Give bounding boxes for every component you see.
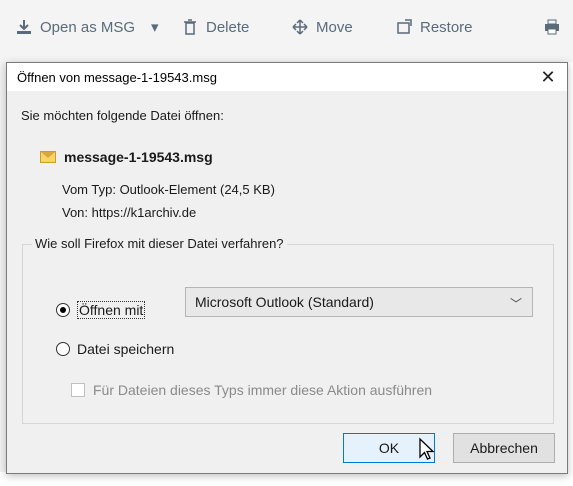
file-info: message-1-19543.msg — [40, 149, 213, 165]
download-icon — [16, 19, 32, 35]
radio-unchecked-icon[interactable] — [56, 342, 70, 356]
cancel-button[interactable]: Abbrechen — [453, 433, 555, 463]
always-action-checkbox[interactable]: Für Dateien dieses Typs immer diese Akti… — [71, 382, 432, 398]
checkbox-icon[interactable] — [71, 383, 85, 397]
always-action-label: Für Dateien dieses Typs immer diese Akti… — [93, 382, 433, 398]
radio-checked-icon[interactable] — [56, 303, 70, 317]
open-file-dialog: Öffnen von message-1-19543.msg ✕ Sie möc… — [6, 62, 568, 474]
mouse-cursor-icon — [417, 437, 439, 461]
dialog-titlebar: Öffnen von message-1-19543.msg ✕ — [7, 63, 567, 91]
restore-label: Restore — [420, 18, 473, 36]
dialog-content: Sie möchten folgende Datei öffnen: messa… — [7, 91, 567, 473]
delete-button[interactable]: Delete — [182, 16, 249, 38]
open-as-msg-label: Open as MSG — [40, 18, 136, 36]
file-type: Vom Typ: Outlook-Element (24,5 KB) — [62, 182, 275, 197]
application-select[interactable]: Microsoft Outlook (Standard) ﹀ — [185, 287, 533, 317]
envelope-icon — [40, 151, 56, 163]
open-with-label: Öffnen mit — [77, 301, 146, 319]
printer-icon — [544, 19, 560, 35]
move-icon — [292, 19, 308, 35]
dropdown-caret-icon[interactable]: ▾ — [151, 18, 159, 36]
print-button[interactable] — [544, 16, 560, 38]
delete-label: Delete — [206, 18, 250, 36]
chevron-down-icon: ﹀ — [509, 297, 522, 311]
background-toolbar: Open as MSG ▾ Delete Move Restore — [0, 0, 573, 62]
close-icon[interactable]: ✕ — [533, 65, 563, 89]
trash-icon — [182, 19, 198, 35]
file-name: message-1-19543.msg — [64, 149, 213, 165]
dialog-prompt: Sie möchten folgende Datei öffnen: — [21, 108, 224, 123]
action-group: Wie soll Firefox mit dieser Datei verfah… — [22, 236, 554, 424]
open-with-radio[interactable]: Öffnen mit — [56, 301, 146, 319]
dialog-title: Öffnen von message-1-19543.msg — [17, 70, 217, 85]
file-source: Von: https://k1archiv.de — [62, 205, 197, 220]
background-list-area — [0, 472, 573, 486]
restore-button[interactable]: Restore — [396, 16, 473, 38]
save-file-radio[interactable]: Datei speichern — [56, 341, 174, 357]
application-select-value: Microsoft Outlook (Standard) — [195, 294, 374, 310]
restore-icon — [396, 19, 412, 35]
action-group-label: Wie soll Firefox mit dieser Datei verfah… — [32, 236, 287, 251]
save-file-label: Datei speichern — [77, 341, 175, 357]
move-label: Move — [316, 18, 353, 36]
move-button[interactable]: Move — [292, 16, 353, 38]
open-as-msg-button[interactable]: Open as MSG ▾ — [16, 16, 159, 38]
